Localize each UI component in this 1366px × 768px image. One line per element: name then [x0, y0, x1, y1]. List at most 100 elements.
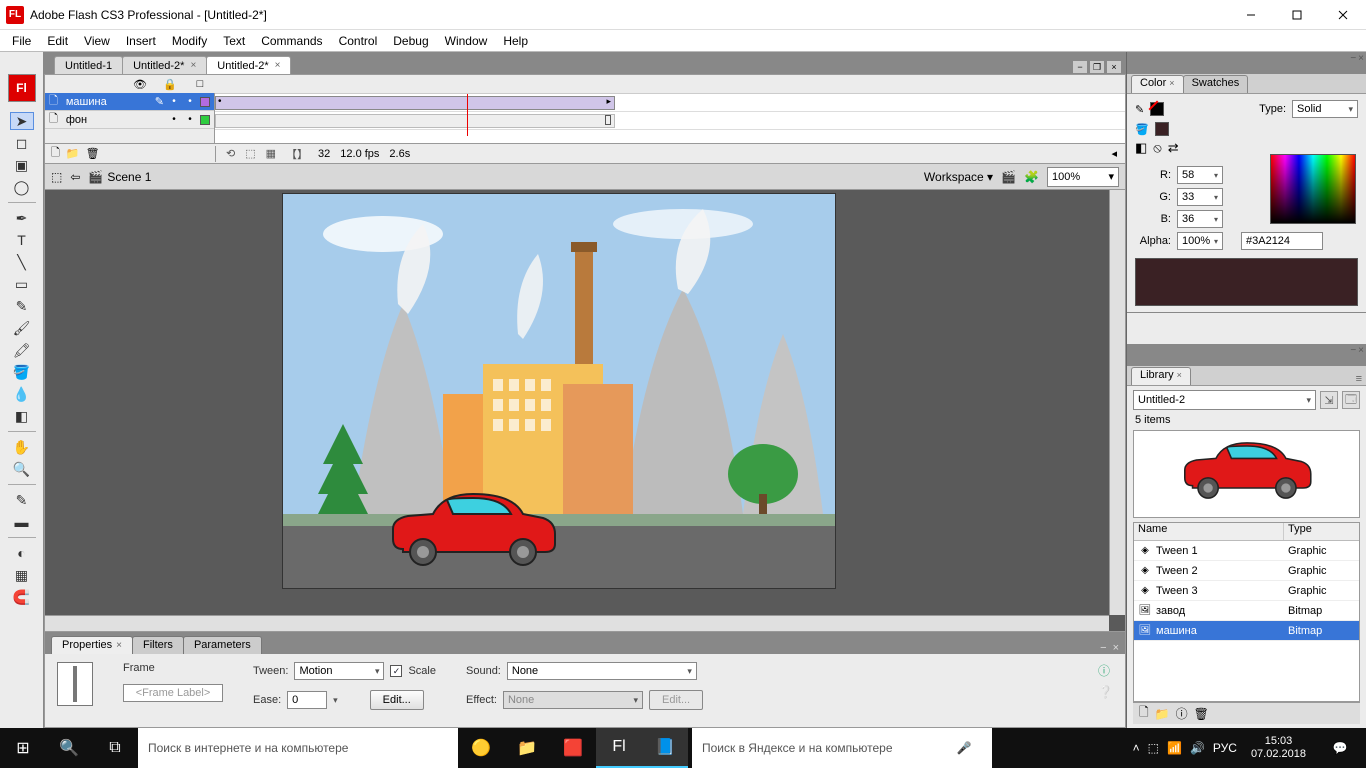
- frames-area[interactable]: [215, 93, 1125, 143]
- doc-restore-button[interactable]: ❐: [1089, 60, 1105, 74]
- library-item[interactable]: ◈Tween 2 Graphic: [1134, 561, 1359, 581]
- option-tool-a[interactable]: ▦: [10, 566, 34, 584]
- edit-symbol-button[interactable]: 🧩: [1024, 170, 1039, 184]
- doc-tab[interactable]: Untitled-2*×: [206, 56, 291, 74]
- frame-row[interactable]: [215, 94, 1125, 112]
- library-doc-combo[interactable]: Untitled-2: [1133, 390, 1316, 410]
- menu-debug[interactable]: Debug: [385, 32, 436, 50]
- edit-multiple-frames-icon[interactable]: ▦: [266, 147, 276, 160]
- panel-close-icon[interactable]: ×: [1358, 345, 1364, 356]
- sound-combo[interactable]: None: [507, 662, 697, 680]
- menu-edit[interactable]: Edit: [39, 32, 76, 50]
- lasso-tool[interactable]: ◯: [10, 178, 34, 196]
- taskbar-app-explorer[interactable]: 📁: [504, 728, 550, 768]
- new-symbol-button[interactable]: 🗋: [1139, 703, 1149, 724]
- menu-control[interactable]: Control: [331, 32, 386, 50]
- visibility-icon[interactable]: 👁: [133, 78, 147, 91]
- edit-scene-button[interactable]: 🎬: [1001, 170, 1016, 184]
- stroke-color[interactable]: ✎: [10, 491, 34, 509]
- layer-visible-dot[interactable]: •: [168, 114, 180, 125]
- menu-view[interactable]: View: [76, 32, 118, 50]
- menu-text[interactable]: Text: [215, 32, 253, 50]
- panel-menu-icon[interactable]: ≡: [1356, 373, 1366, 385]
- scene-crumb[interactable]: 🎬 Scene 1: [88, 170, 151, 184]
- stroke-color-icon[interactable]: ✎: [1135, 103, 1144, 116]
- swap-colors-icon[interactable]: ⇄: [1168, 140, 1179, 156]
- fill-swatch[interactable]: [1155, 122, 1169, 136]
- b-input[interactable]: 36: [1177, 210, 1223, 228]
- menu-commands[interactable]: Commands: [253, 32, 330, 50]
- lock-icon[interactable]: 🔒: [163, 78, 177, 91]
- minimize-button[interactable]: [1228, 0, 1274, 29]
- tween-combo[interactable]: Motion: [294, 662, 384, 680]
- menu-insert[interactable]: Insert: [118, 32, 164, 50]
- stage-canvas[interactable]: [283, 194, 835, 588]
- horizontal-scrollbar[interactable]: [45, 615, 1109, 631]
- fill-color-icon[interactable]: 🪣: [1135, 123, 1149, 136]
- new-layer-button[interactable]: 🗋: [51, 144, 60, 163]
- scale-checkbox[interactable]: ✓: [390, 665, 402, 677]
- tray-app-icon[interactable]: ⬚: [1148, 741, 1159, 755]
- frame-span[interactable]: [215, 114, 615, 128]
- panel-min-icon[interactable]: −: [1100, 642, 1106, 654]
- color-tab[interactable]: Color×: [1131, 75, 1184, 93]
- tray-chevron-icon[interactable]: ˄: [1133, 741, 1140, 755]
- library-item[interactable]: ◈Tween 1 Graphic: [1134, 541, 1359, 561]
- panel-close-icon[interactable]: ×: [1113, 642, 1119, 654]
- ease-input[interactable]: 0: [287, 691, 327, 709]
- new-folder-button[interactable]: 📁: [66, 147, 80, 160]
- outline-icon[interactable]: □: [193, 78, 207, 90]
- mic-icon[interactable]: 🎤: [946, 741, 982, 755]
- library-type-header[interactable]: Type: [1284, 523, 1359, 540]
- panel-min-icon[interactable]: −: [1350, 53, 1356, 64]
- pen-tool[interactable]: ✒: [10, 209, 34, 227]
- help-icon-2[interactable]: ❔: [1098, 685, 1113, 699]
- eyedropper-tool[interactable]: 💧: [10, 385, 34, 403]
- doc-minimize-button[interactable]: −: [1072, 60, 1088, 74]
- pin-library-button[interactable]: ⇲: [1320, 391, 1338, 409]
- alpha-input[interactable]: 100%: [1177, 232, 1223, 250]
- maximize-button[interactable]: [1274, 0, 1320, 29]
- library-tab[interactable]: Library×: [1131, 367, 1191, 385]
- library-name-header[interactable]: Name: [1134, 523, 1284, 540]
- tween-span[interactable]: [215, 96, 615, 110]
- delete-button[interactable]: 🗑: [1194, 707, 1209, 721]
- library-item[interactable]: ◈Tween 3 Graphic: [1134, 581, 1359, 601]
- frame-row[interactable]: [215, 112, 1125, 130]
- frame-label-input[interactable]: <Frame Label>: [123, 684, 223, 702]
- stage[interactable]: [44, 190, 1126, 632]
- hand-tool[interactable]: ✋: [10, 438, 34, 456]
- option-tool-b[interactable]: 🧲: [10, 588, 34, 606]
- end-frame[interactable]: [605, 115, 611, 125]
- filters-tab[interactable]: Filters: [132, 636, 184, 654]
- action-center-icon[interactable]: 💬: [1320, 728, 1360, 768]
- ease-edit-button[interactable]: Edit...: [370, 690, 424, 710]
- free-transform-tool[interactable]: ▣: [10, 156, 34, 174]
- layer-lock-dot[interactable]: •: [184, 114, 196, 125]
- onion-skin-icon[interactable]: ⟲: [226, 147, 235, 160]
- menu-modify[interactable]: Modify: [164, 32, 215, 50]
- task-view-icon[interactable]: ⧉: [92, 728, 138, 768]
- tray-language[interactable]: РУС: [1213, 741, 1237, 755]
- search-input[interactable]: Поиск в интернете и на компьютере: [138, 728, 458, 768]
- doc-tab[interactable]: Untitled-1: [54, 56, 123, 74]
- search-icon[interactable]: 🔍: [46, 728, 92, 768]
- doc-tab[interactable]: Untitled-2*×: [122, 56, 207, 74]
- edit-scene-icon[interactable]: ⬚: [51, 170, 62, 184]
- nocolor-icon[interactable]: ⦸: [1153, 140, 1161, 156]
- onion-skin-outline-icon[interactable]: ⬚: [245, 147, 255, 160]
- rectangle-tool[interactable]: ▭: [10, 275, 34, 293]
- color-type-combo[interactable]: Solid: [1292, 100, 1358, 118]
- onion-markers-icon[interactable]: 【】: [286, 146, 308, 162]
- taskbar-app-browser[interactable]: 🟡: [458, 728, 504, 768]
- hex-input[interactable]: #3A2124: [1241, 232, 1323, 250]
- scroll-left-icon[interactable]: ◂: [1111, 147, 1117, 160]
- swatches-tab[interactable]: Swatches: [1183, 75, 1249, 93]
- delete-layer-button[interactable]: 🗑: [86, 147, 100, 160]
- r-input[interactable]: 58: [1177, 166, 1223, 184]
- layer-outline-swatch[interactable]: [200, 115, 210, 125]
- text-tool[interactable]: T: [10, 231, 34, 249]
- library-table-header[interactable]: Name Type: [1134, 523, 1359, 541]
- library-item[interactable]: 🖼машина Bitmap: [1134, 621, 1359, 641]
- panel-min-icon[interactable]: −: [1350, 345, 1356, 356]
